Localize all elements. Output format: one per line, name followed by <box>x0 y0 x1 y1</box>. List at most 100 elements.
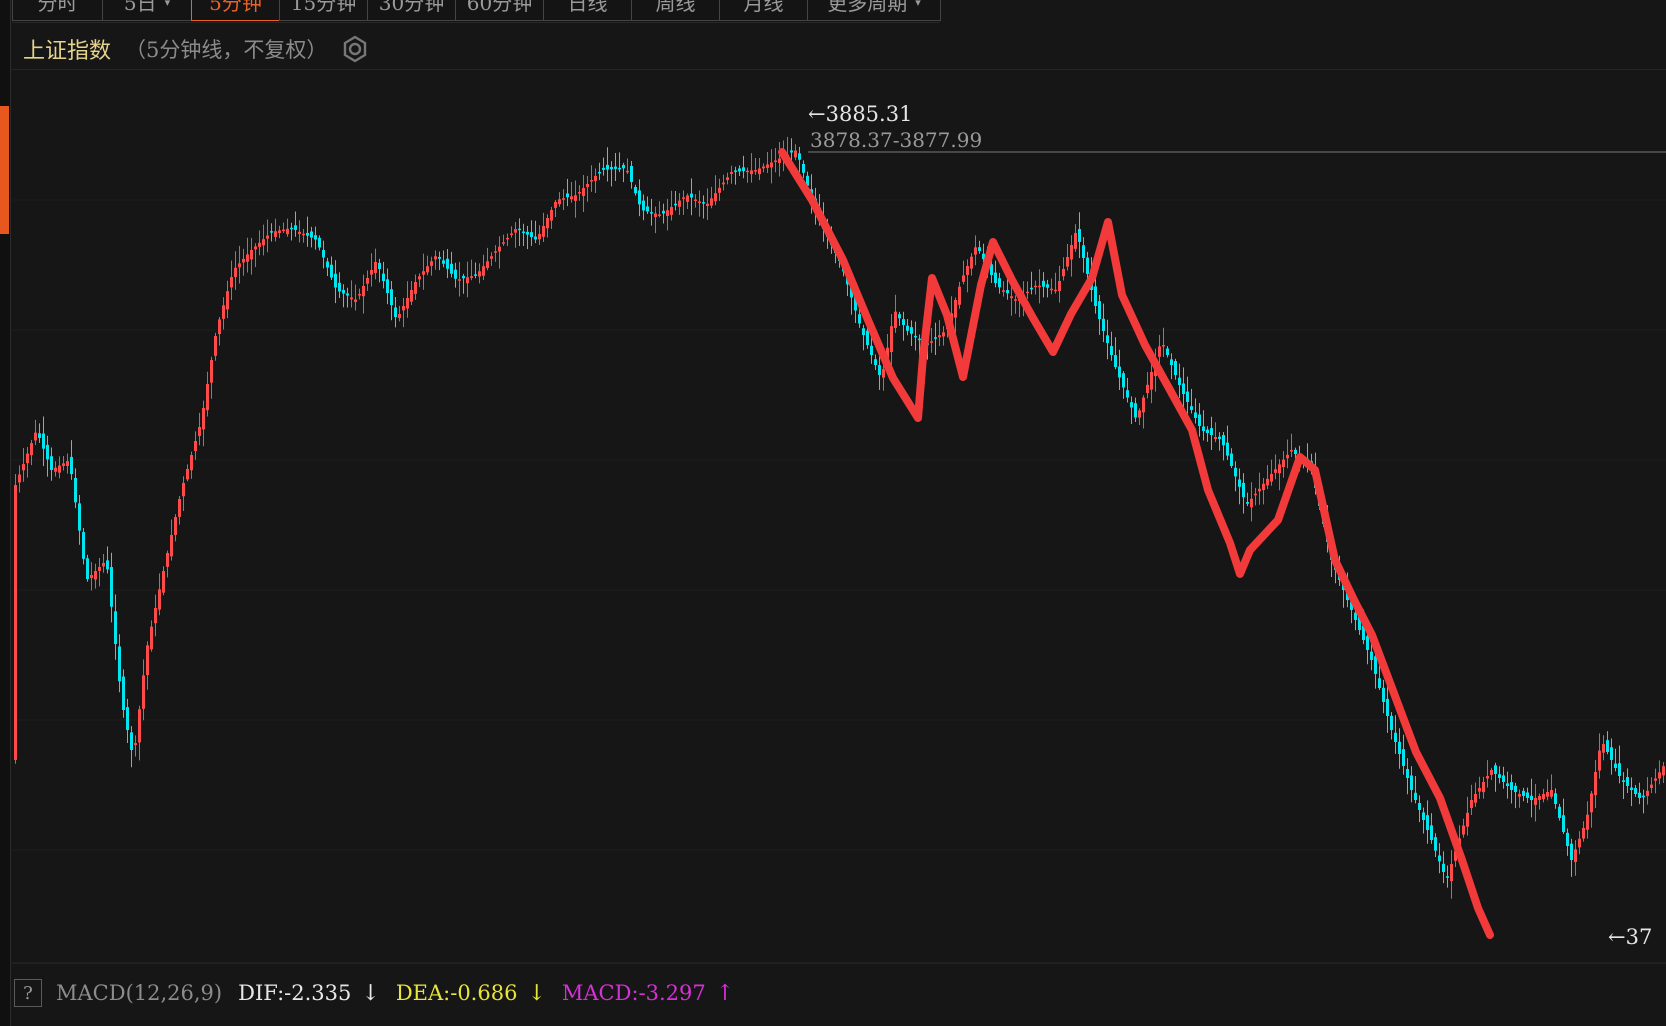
candle-body <box>462 275 465 279</box>
candle-body <box>502 242 505 244</box>
candle-body <box>690 193 693 198</box>
candle-body <box>662 210 665 214</box>
candle-body <box>314 235 317 240</box>
candle-body <box>1546 792 1549 797</box>
candle-body <box>1194 412 1197 418</box>
candle-body <box>334 273 337 288</box>
candle-body <box>118 646 121 682</box>
candle-body <box>646 206 649 212</box>
candle-body <box>254 246 257 250</box>
candle-body <box>1262 483 1265 491</box>
candle-body <box>1610 747 1613 760</box>
candle-body <box>250 250 253 260</box>
candle-body <box>362 286 365 297</box>
candle-body <box>270 231 273 233</box>
candle-body <box>526 231 529 235</box>
candle-body <box>550 210 553 221</box>
candle-body <box>1442 863 1445 872</box>
candle-body <box>1586 814 1589 830</box>
candle-body <box>242 258 245 263</box>
candle-body <box>1158 346 1161 357</box>
candle-body <box>26 453 29 464</box>
candle-body <box>386 279 389 293</box>
candle-body <box>766 164 769 168</box>
candle-body <box>586 184 589 188</box>
candle-body <box>302 233 305 236</box>
candle-body <box>1482 782 1485 793</box>
arrow-down-icon: ↓ <box>527 980 546 1006</box>
candle-body <box>742 167 745 172</box>
candle-body <box>1550 790 1553 797</box>
candle-body <box>394 307 397 317</box>
candle-body <box>862 328 865 335</box>
candle-body <box>1402 749 1405 766</box>
candle-body <box>954 300 957 318</box>
candle-body <box>566 193 569 198</box>
candle-body <box>614 166 617 169</box>
candle-body <box>1446 876 1449 878</box>
candle-body <box>1234 467 1237 477</box>
candle-body <box>1414 792 1417 800</box>
candle-body <box>582 188 585 197</box>
candle-body <box>790 150 793 153</box>
hand-drawn-trend-line <box>778 148 1494 939</box>
candle-body <box>1246 502 1249 504</box>
candle-body <box>162 571 165 593</box>
candle-body <box>942 332 945 337</box>
candle-body <box>1462 825 1465 835</box>
candle-body <box>1378 678 1381 688</box>
candle-body <box>1258 488 1261 492</box>
candle-body <box>1150 372 1153 390</box>
candle-body <box>126 707 129 730</box>
candle-body <box>530 232 533 237</box>
candle-body <box>426 266 429 273</box>
candle-body <box>266 235 269 239</box>
help-button[interactable]: ? <box>14 979 42 1007</box>
candle-body <box>1098 301 1101 319</box>
candle-body <box>1426 815 1429 830</box>
candle-body <box>1042 280 1045 287</box>
candle-body <box>542 226 545 237</box>
candle-body <box>898 314 901 319</box>
candle-body <box>1282 459 1285 468</box>
candle-body <box>738 168 741 172</box>
candle-body <box>442 260 445 264</box>
candle-body <box>578 192 581 194</box>
candle-body <box>778 158 781 164</box>
candle-body <box>1598 750 1601 771</box>
candle-body <box>166 553 169 567</box>
candle-body <box>1014 299 1017 301</box>
candle-body <box>1602 744 1605 753</box>
candle-body <box>518 228 521 231</box>
candle-body <box>638 190 641 205</box>
candlestick-chart[interactable]: ←3885.31 3878.37-3877.99 ←37 <box>0 0 1666 1026</box>
candle-body <box>318 237 321 248</box>
candle-body <box>626 170 629 173</box>
candle-body <box>142 675 145 709</box>
candle-body <box>282 229 285 232</box>
candle-body <box>674 203 677 206</box>
candle-body <box>258 242 261 247</box>
macd-label[interactable]: MACD(12,26,9) <box>56 981 222 1005</box>
candle-body <box>1030 287 1033 290</box>
candle-body <box>398 314 401 319</box>
candle-body <box>1434 837 1437 851</box>
candle-body <box>970 256 973 269</box>
candle-body <box>1178 377 1181 385</box>
candle-body <box>86 558 89 579</box>
candle-body <box>1450 864 1453 882</box>
candle-body <box>458 279 461 281</box>
candle-body <box>894 311 897 328</box>
candle-body <box>1614 763 1617 768</box>
candle-body <box>150 626 153 650</box>
candle-body <box>1514 785 1517 792</box>
candle-body <box>414 282 417 294</box>
candle-body <box>1386 698 1389 716</box>
candle-body <box>246 254 249 262</box>
candle-body <box>1470 800 1473 809</box>
candle-body <box>974 247 977 255</box>
candle-body <box>114 611 117 644</box>
candle-body <box>378 262 381 269</box>
candle-body <box>1594 772 1597 796</box>
candle-body <box>1086 257 1089 274</box>
